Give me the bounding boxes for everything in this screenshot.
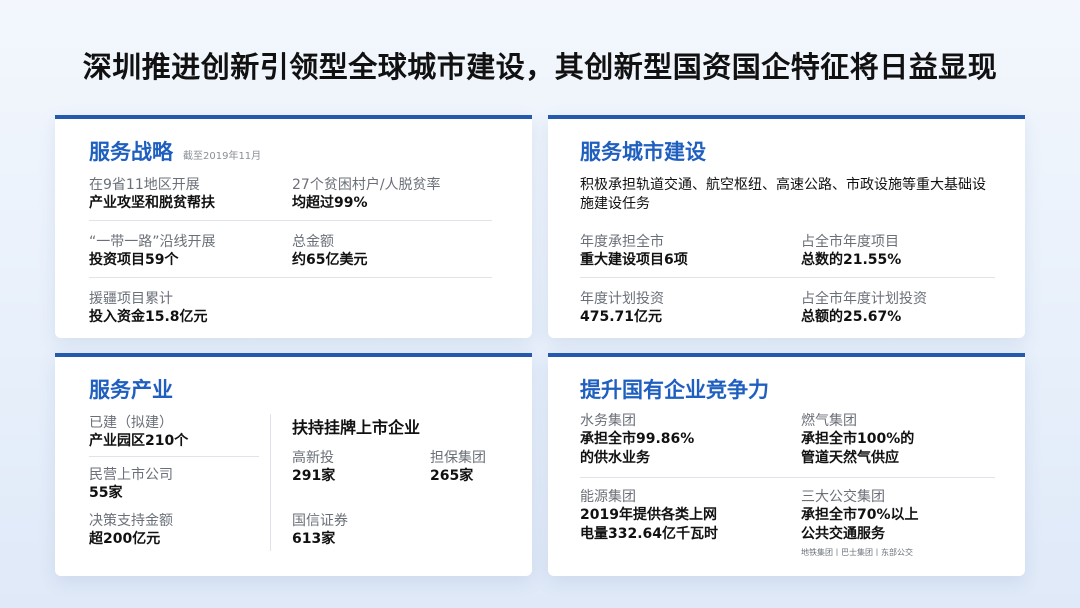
strategy-date-note: 截至2019年11月 [183,151,262,162]
stat-label: 在9省11地区开展 [89,177,200,193]
stat-label: 援疆项目累计 [89,291,173,307]
stat-label: 总金额 [292,234,334,250]
transit-groups-footnote: 地铁集团丨巴士集团丨东部公交 [801,548,913,557]
industry-item-decision-funds: 决策支持金额 超200亿元 [89,512,173,549]
stat-value: 承担全市100%的 [801,431,915,447]
stat-label: 年度计划投资 [580,291,664,307]
divider [89,277,492,278]
divider [89,220,492,221]
stat-value: 重大建设项目6项 [580,252,688,268]
strategy-card: 服务战略 截至2019年11月 在9省11地区开展 产业攻坚和脱贫帮扶 27个贫困… [55,115,532,338]
stat-value: 管道天然气供应 [801,450,899,466]
stat-value: 的供水业务 [580,450,650,466]
stat-value: 475.71亿元 [580,309,663,325]
compete-card: 提升国有企业竞争力 水务集团 承担全市99.86% 的供水业务 燃气集团 承担全… [548,353,1025,576]
stat-label: 决策支持金额 [89,513,173,529]
stat-label: 三大公交集团 [801,489,885,505]
compete-card-title: 提升国有企业竞争力 [580,378,769,402]
stat-value: 产业园区210个 [89,433,189,449]
stat-label: “一带一路”沿线开展 [89,234,216,250]
stat-value: 613家 [292,531,336,547]
stat-value: 总数的21.55% [801,252,902,268]
stat-label: 占全市年度计划投资 [801,291,927,307]
listed-item-gaoxintou: 高新投 291家 [292,449,335,486]
stat-value: 投入资金15.8亿元 [89,309,208,325]
stat-value: 公共交通服务 [801,526,885,542]
stat-label: 水务集团 [580,413,636,429]
strategy-item-belt-road: “一带一路”沿线开展 投资项目59个 [89,233,216,270]
stat-label: 担保集团 [430,450,486,466]
city-card-title: 服务城市建设 [580,140,706,164]
stat-value: 2019年提供各类上网 [580,507,717,523]
stat-label: 燃气集团 [801,413,857,429]
compete-item-transit: 三大公交集团 承担全市70%以上 公共交通服务 [801,488,919,544]
strategy-item-xinjiang: 援疆项目累计 投入资金15.8亿元 [89,290,208,327]
vertical-divider [270,414,271,551]
stat-value: 291家 [292,468,336,484]
strategy-item-poverty: 27个贫困村户/人脱贫率 均超过99% [292,176,441,213]
stat-value: 均超过99% [292,195,368,211]
stat-value: 投资项目59个 [89,252,179,268]
city-card: 服务城市建设 积极承担轨道交通、航空枢纽、高速公路、市政设施等重大基础设施建设任… [548,115,1025,338]
city-item-investment-share: 占全市年度计划投资 总额的25.67% [801,290,927,327]
stat-label: 能源集团 [580,489,636,505]
industry-item-private-listed: 民营上市公司 55家 [89,466,173,503]
divider [580,477,995,478]
stat-label: 民营上市公司 [89,467,173,483]
stat-label: 27个贫困村户/人脱贫率 [292,177,441,193]
city-item-investment: 年度计划投资 475.71亿元 [580,290,664,327]
stat-value: 产业攻坚和脱贫帮扶 [89,195,215,211]
stat-value: 承担全市99.86% [580,431,695,447]
strategy-card-title: 服务战略 截至2019年11月 [89,136,261,166]
stat-value: 承担全市70%以上 [801,507,919,523]
stat-label: 年度承担全市 [580,234,664,250]
strategy-title-text: 服务战略 [89,140,173,164]
compete-item-energy: 能源集团 2019年提供各类上网 电量332.64亿千瓦时 [580,488,718,544]
stat-value: 电量332.64亿千瓦时 [580,526,719,542]
strategy-item-regions: 在9省11地区开展 产业攻坚和脱贫帮扶 [89,176,215,213]
city-item-project-share: 占全市年度项目 总数的21.55% [801,233,901,270]
city-description: 积极承担轨道交通、航空枢纽、高速公路、市政设施等重大基础设施建设任务 [580,177,986,212]
stat-label: 国信证券 [292,513,348,529]
listed-item-guarantee: 担保集团 265家 [430,449,486,486]
stat-label: 高新投 [292,450,334,466]
compete-item-gas: 燃气集团 承担全市100%的 管道天然气供应 [801,412,914,468]
stat-value: 约65亿美元 [292,252,368,268]
city-item-projects: 年度承担全市 重大建设项目6项 [580,233,688,270]
compete-item-water: 水务集团 承担全市99.86% 的供水业务 [580,412,694,468]
strategy-item-total: 总金额 约65亿美元 [292,233,367,270]
industry-item-parks: 已建（拟建） 产业园区210个 [89,414,188,451]
stat-label: 占全市年度项目 [801,234,899,250]
listed-enterprises-title: 扶持挂牌上市企业 [292,418,421,437]
listed-item-guosen: 国信证券 613家 [292,512,348,549]
divider [580,277,995,278]
industry-card: 服务产业 已建（拟建） 产业园区210个 民营上市公司 55家 决策支持金额 超… [55,353,532,576]
divider [89,456,259,457]
stat-label: 已建（拟建） [89,415,173,431]
industry-card-title: 服务产业 [89,378,173,402]
stat-value: 超200亿元 [89,531,161,547]
stat-value: 55家 [89,485,123,501]
stat-value: 265家 [430,468,474,484]
stat-value: 总额的25.67% [801,309,902,325]
page-title: 深圳推进创新引领型全球城市建设，其创新型国资国企特征将日益显现 [82,50,998,84]
